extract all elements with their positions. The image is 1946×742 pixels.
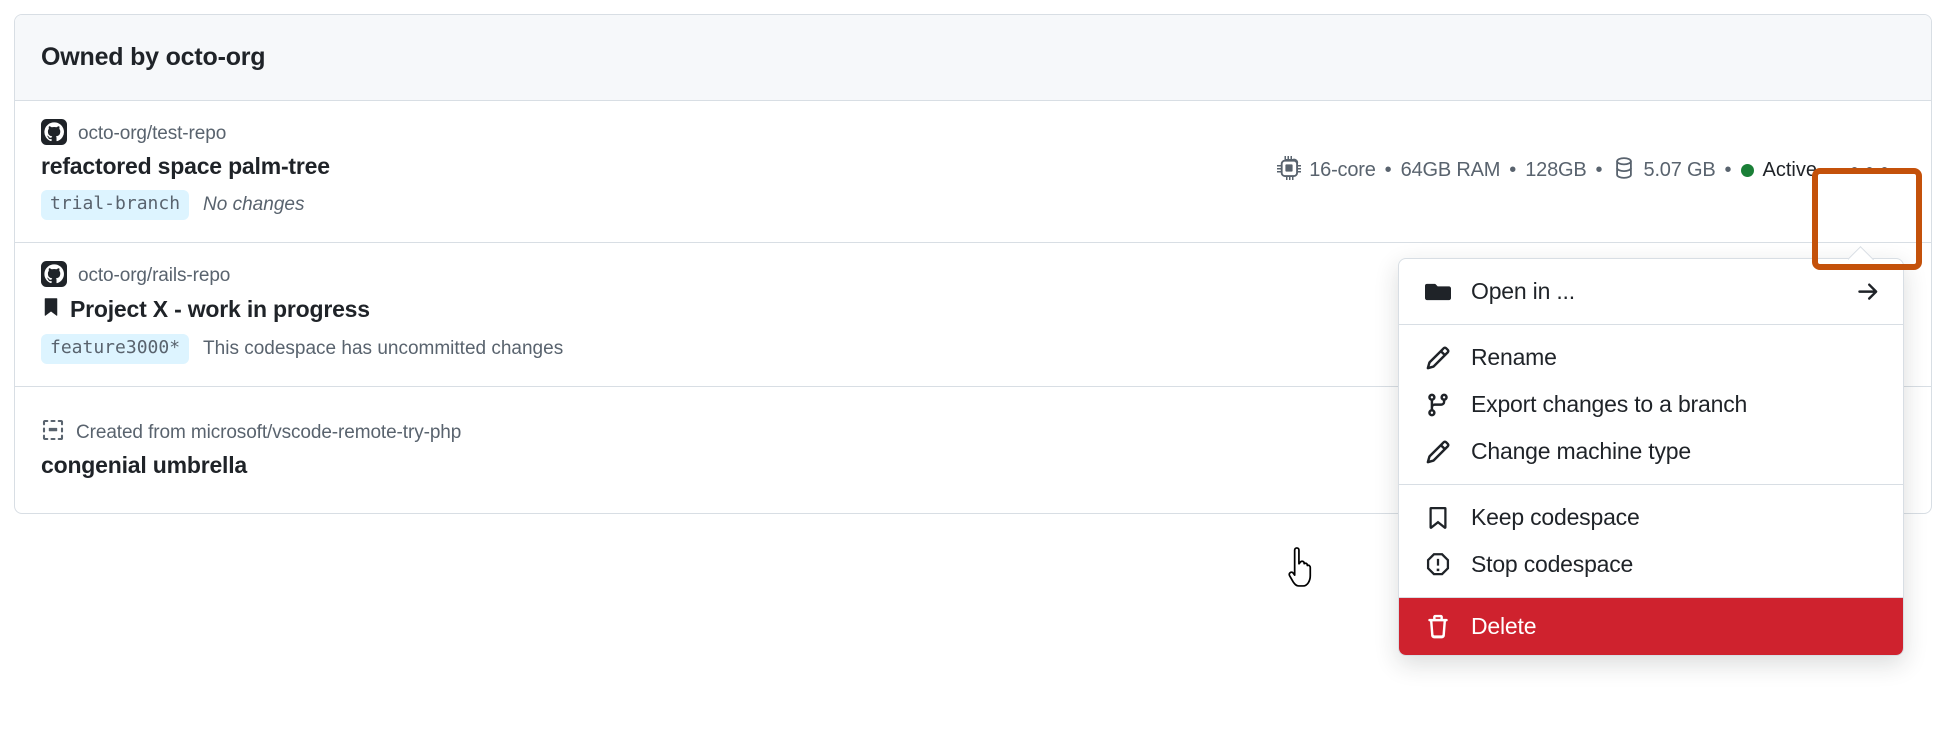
menu-item-open-in[interactable]: Open in ... (1399, 268, 1903, 315)
branch-badge: trial-branch (41, 190, 190, 220)
separator-dot: • (1724, 159, 1732, 181)
ram-spec: 64GB RAM (1400, 159, 1501, 181)
storage-spec: 128GB (1525, 159, 1587, 181)
repo-line: octo-org/rails-repo (41, 260, 563, 292)
kebab-dot (1865, 167, 1873, 174)
codespace-specs: 16-core • 64GB RAM • 128GB • 5.07 GB • A… (1277, 151, 1905, 191)
branch-badge: feature3000* (41, 334, 190, 364)
menu-item-change-machine-type[interactable]: Change machine type (1399, 428, 1903, 475)
codespace-info: octo-org/rails-repo Project X - work in … (41, 260, 563, 364)
codespace-title-line: refactored space palm-tree (41, 153, 330, 180)
menu-group-danger: Delete (1399, 597, 1903, 655)
codespace-name[interactable]: refactored space palm-tree (41, 153, 330, 180)
repo-name[interactable]: octo-org/test-repo (78, 123, 226, 145)
codespace-info: octo-org/test-repo refactored space palm… (41, 118, 330, 220)
card-header-title: Owned by octo-org (41, 43, 266, 71)
disk-used-spec: 5.07 GB (1612, 156, 1716, 186)
github-mark-icon (41, 118, 67, 150)
kebab-dot (1880, 167, 1888, 174)
menu-item-delete[interactable]: Delete (1399, 598, 1903, 655)
menu-item-label: Keep codespace (1471, 504, 1640, 530)
codespace-title-line: Project X - work in progress (41, 295, 563, 324)
database-icon (1612, 156, 1636, 186)
cpu-spec: 16-core (1277, 155, 1376, 186)
bookmark-icon (41, 295, 61, 324)
git-branch-icon (1425, 392, 1451, 418)
menu-item-label: Change machine type (1471, 438, 1691, 464)
github-mark-icon (41, 260, 67, 292)
menu-group: Keep codespace Stop codespace (1399, 484, 1903, 597)
menu-caret-icon (1848, 246, 1874, 260)
disk-used-value: 5.07 GB (1643, 159, 1716, 181)
repo-name[interactable]: octo-org/rails-repo (78, 265, 230, 287)
menu-group: Open in ... (1399, 259, 1903, 324)
kebab-menu-button[interactable] (1833, 151, 1905, 191)
kebab-dot (1850, 167, 1858, 174)
menu-item-keep-codespace[interactable]: Keep codespace (1399, 494, 1903, 541)
menu-item-label: Export changes to a branch (1471, 391, 1748, 417)
menu-item-label: Delete (1471, 613, 1537, 639)
trash-icon (1425, 614, 1451, 640)
repo-name[interactable]: Created from microsoft/vscode-remote-try… (76, 422, 461, 444)
changes-status: No changes (203, 194, 305, 215)
codespace-name[interactable]: Project X - work in progress (70, 296, 370, 323)
codespace-info: Created from microsoft/vscode-remote-try… (41, 418, 461, 479)
pencil-icon (1425, 345, 1451, 371)
mouse-cursor-icon (1288, 547, 1320, 591)
separator-dot: • (1384, 159, 1392, 181)
bookmark-icon (1425, 505, 1451, 531)
pencil-icon (1425, 439, 1451, 465)
menu-item-label: Stop codespace (1471, 551, 1634, 577)
status-dot-icon (1740, 164, 1754, 177)
stop-icon (1425, 552, 1451, 578)
menu-item-label: Rename (1471, 344, 1557, 370)
codespaces-screen: Owned by octo-org octo-org/test-repo ref… (0, 0, 1946, 742)
menu-item-label: Open in ... (1471, 278, 1575, 304)
folder-icon (1425, 279, 1451, 305)
template-icon (41, 418, 65, 447)
codespace-title-line: congenial umbrella (41, 452, 461, 479)
menu-item-export-branch[interactable]: Export changes to a branch (1399, 381, 1903, 428)
status-label: Active (1762, 159, 1817, 181)
codespace-actions-menu: Open in ... Rename Export changes to a b… (1398, 258, 1904, 656)
repo-line: octo-org/test-repo (41, 118, 330, 150)
menu-item-stop-codespace[interactable]: Stop codespace (1399, 541, 1903, 588)
status-badge: Active (1740, 159, 1817, 182)
changes-status: This codespace has uncommitted changes (203, 338, 564, 359)
card-header: Owned by octo-org (15, 15, 1931, 101)
codespace-meta: feature3000* This codespace has uncommit… (41, 334, 563, 364)
codespace-meta: trial-branch No changes (41, 190, 330, 220)
menu-item-rename[interactable]: Rename (1399, 334, 1903, 381)
codespace-name[interactable]: congenial umbrella (41, 452, 247, 479)
separator-dot: • (1509, 159, 1517, 181)
separator-dot: • (1595, 159, 1603, 181)
menu-group: Rename Export changes to a branch Change… (1399, 324, 1903, 484)
codespace-row[interactable]: octo-org/test-repo refactored space palm… (15, 101, 1931, 243)
cpu-cores: 16-core (1309, 159, 1376, 181)
repo-line: Created from microsoft/vscode-remote-try… (41, 418, 461, 447)
cpu-icon (1277, 155, 1302, 186)
arrow-right-icon (1855, 279, 1881, 305)
